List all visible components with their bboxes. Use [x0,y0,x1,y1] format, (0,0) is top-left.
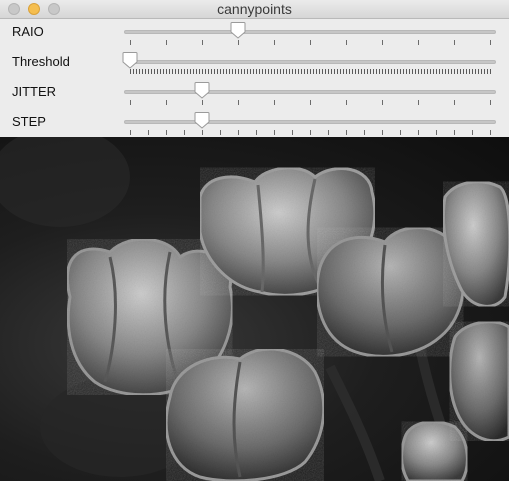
slider-row-jitter: JITTER [0,79,509,109]
slider-tick [148,130,149,135]
raio-slider-track[interactable] [124,30,496,34]
slider-tick [382,100,383,105]
slider-tick [400,130,401,135]
slider-tick [454,130,455,135]
slider-tick [256,130,257,135]
title-bar[interactable]: cannypoints [0,0,509,19]
slider-tick [382,40,383,45]
slider-tick [130,100,131,105]
slider-tick [418,130,419,135]
slider-tick [364,130,365,135]
slider-tick [490,100,491,105]
slider-tick [238,40,239,45]
slider-tick [220,130,221,135]
slider-tick [166,100,167,105]
slider-tick [382,130,383,135]
slider-tick [166,130,167,135]
slider-row-raio: RAIO [0,19,509,49]
slider-tick [418,40,419,45]
step-slider-thumb[interactable] [194,111,210,129]
window-title: cannypoints [217,1,292,17]
slider-tick [490,130,491,135]
slider-tick [238,100,239,105]
slider-tick [202,130,203,135]
slider-label-step: STEP [12,114,46,129]
app-window: cannypoints RAIO Threshold JITTER STEP [0,0,509,481]
slider-tick [454,100,455,105]
slider-row-threshold: Threshold [0,49,509,79]
slider-tick [472,130,473,135]
slider-tick [490,40,491,45]
step-slider-track[interactable] [124,120,496,124]
slider-tick [202,100,203,105]
slider-tick [130,130,131,135]
jitter-slider-thumb[interactable] [194,81,210,99]
jitter-slider-track[interactable] [124,90,496,94]
slider-tick [130,40,131,45]
slider-tick [274,100,275,105]
slider-tick [346,130,347,135]
slider-tick [310,130,311,135]
slider-panel: RAIO Threshold JITTER STEP [0,19,509,137]
slider-tick [454,40,455,45]
raio-slider-thumb[interactable] [230,21,246,39]
threshold-slider-track[interactable] [124,60,496,64]
slider-tick [346,40,347,45]
slider-tick [202,40,203,45]
threshold-ticks [130,69,492,74]
processed-image [0,137,509,481]
slider-tick [310,40,311,45]
step-ticks [130,130,491,136]
slider-label-jitter: JITTER [12,84,57,99]
slider-tick [436,130,437,135]
slider-tick [274,130,275,135]
slider-label-threshold: Threshold [12,54,70,69]
slider-row-step: STEP [0,109,509,139]
slider-tick [238,130,239,135]
jitter-ticks [130,100,491,106]
slider-tick [328,130,329,135]
slider-tick [346,100,347,105]
slider-tick [292,130,293,135]
tulip-image [0,137,509,481]
slider-tick [274,40,275,45]
raio-ticks [130,40,491,46]
slider-tick [310,100,311,105]
slider-tick [418,100,419,105]
slider-tick [184,130,185,135]
threshold-slider-thumb[interactable] [122,51,138,69]
slider-tick [166,40,167,45]
slider-label-raio: RAIO [12,24,44,39]
